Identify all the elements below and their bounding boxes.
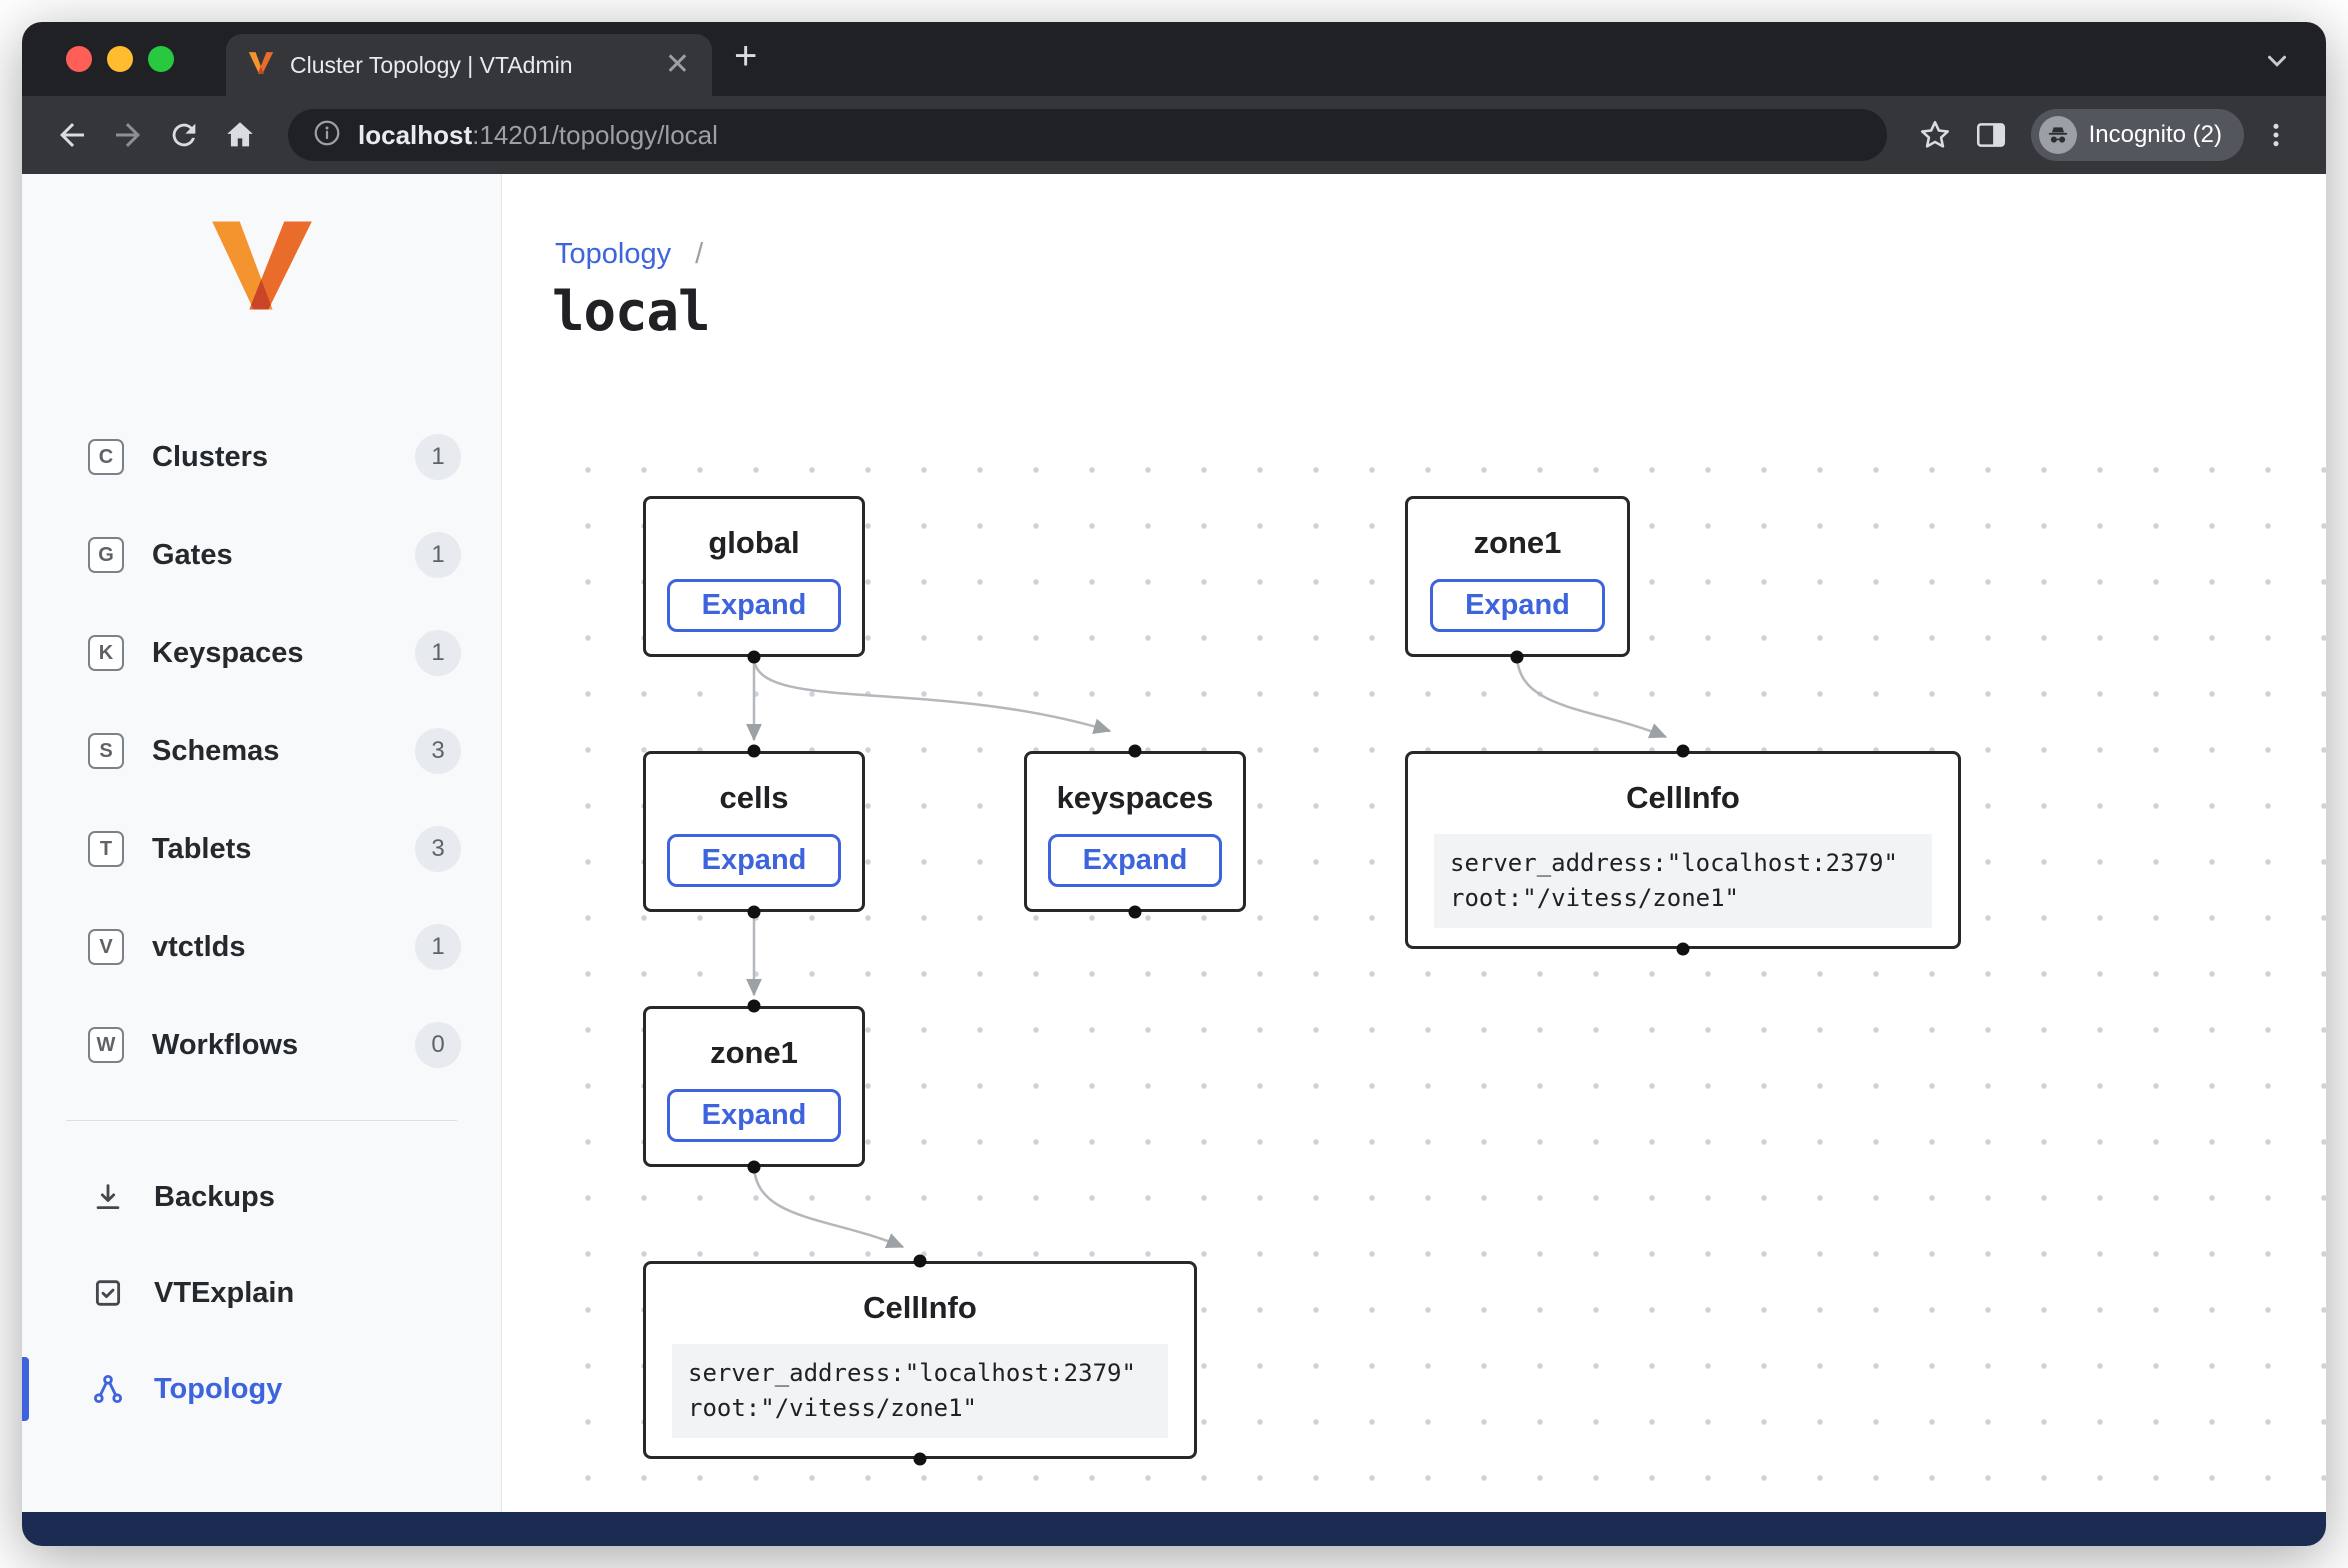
tab-strip: Cluster Topology | VTAdmin ✕ +: [22, 22, 2326, 96]
bookmark-star-icon[interactable]: [1911, 111, 1959, 159]
sidebar-item-vtctlds[interactable]: V vtctlds 1: [22, 898, 501, 996]
port: [748, 1161, 761, 1174]
expand-button-global[interactable]: Expand: [667, 579, 842, 632]
side-panel-icon[interactable]: [1967, 111, 2015, 159]
keyspaces-icon: K: [88, 635, 124, 671]
sidebar-item-topology[interactable]: Topology: [22, 1341, 501, 1437]
count-badge: 1: [415, 532, 461, 578]
workflows-icon: W: [88, 1027, 124, 1063]
browser-window: Cluster Topology | VTAdmin ✕ + localhost…: [22, 22, 2326, 1546]
sidebar-item-workflows[interactable]: W Workflows 0: [22, 996, 501, 1094]
port: [1677, 745, 1690, 758]
browser-toolbar: localhost:14201/topology/local Incognito…: [22, 96, 2326, 174]
home-icon[interactable]: [216, 111, 264, 159]
incognito-label: Incognito (2): [2089, 121, 2222, 149]
incognito-icon: [2039, 116, 2077, 154]
sidebar-item-vtexplain[interactable]: VTExplain: [22, 1245, 501, 1341]
url-text: localhost:14201/topology/local: [358, 120, 718, 151]
node-cellinfo-right: CellInfo server_address:"localhost:2379"…: [1405, 751, 1961, 949]
cellinfo-code: server_address:"localhost:2379" root:"/v…: [672, 1344, 1168, 1438]
vtctlds-icon: V: [88, 929, 124, 965]
count-badge: 1: [415, 630, 461, 676]
port: [748, 906, 761, 919]
sidebar-item-keyspaces[interactable]: K Keyspaces 1: [22, 604, 501, 702]
port: [914, 1453, 927, 1466]
reload-icon[interactable]: [160, 111, 208, 159]
port: [1129, 745, 1142, 758]
browser-tab[interactable]: Cluster Topology | VTAdmin ✕: [226, 34, 712, 96]
vitess-favicon-icon: [248, 51, 274, 80]
footer-bar: [22, 1512, 2326, 1546]
expand-button-cells[interactable]: Expand: [667, 834, 842, 887]
incognito-badge[interactable]: Incognito (2): [2031, 109, 2244, 161]
page-content: C Clusters 1 G Gates 1 K Keyspaces 1 S S…: [22, 174, 2326, 1546]
count-badge: 1: [415, 924, 461, 970]
sidebar-item-backups[interactable]: Backups: [22, 1149, 501, 1245]
expand-button-zone1-top[interactable]: Expand: [1430, 579, 1605, 632]
port: [748, 745, 761, 758]
zoom-window-button[interactable]: [148, 46, 174, 72]
forward-icon[interactable]: [104, 111, 152, 159]
sidebar-item-clusters[interactable]: C Clusters 1: [22, 408, 501, 506]
schemas-icon: S: [88, 733, 124, 769]
node-global: global Expand: [643, 496, 865, 657]
node-zone1-top: zone1 Expand: [1405, 496, 1630, 657]
port: [1129, 906, 1142, 919]
main-panel: Topology / local: [502, 174, 2326, 1546]
node-cellinfo-bottom: CellInfo server_address:"localhost:2379"…: [643, 1261, 1197, 1459]
sidebar-item-gates[interactable]: G Gates 1: [22, 506, 501, 604]
count-badge: 0: [415, 1022, 461, 1068]
count-badge: 1: [415, 434, 461, 480]
expand-button-zone1-bottom[interactable]: Expand: [667, 1089, 842, 1142]
close-window-button[interactable]: [66, 46, 92, 72]
port: [914, 1255, 927, 1268]
tab-close-icon[interactable]: ✕: [665, 50, 690, 80]
vitess-logo-icon[interactable]: [22, 218, 501, 322]
browser-menu-icon[interactable]: [2252, 111, 2300, 159]
page-info-icon[interactable]: [312, 118, 342, 153]
count-badge: 3: [415, 826, 461, 872]
url-path: :14201/topology/local: [472, 120, 718, 150]
backups-download-icon: [88, 1177, 128, 1217]
sidebar-divider: [66, 1120, 457, 1121]
count-badge: 3: [415, 728, 461, 774]
gates-icon: G: [88, 537, 124, 573]
address-bar[interactable]: localhost:14201/topology/local: [288, 109, 1887, 161]
port: [1511, 651, 1524, 664]
new-tab-button[interactable]: +: [734, 36, 757, 76]
sidebar-tools: Backups VTExplain Topology: [22, 1149, 501, 1437]
node-cells: cells Expand: [643, 751, 865, 912]
clusters-icon: C: [88, 439, 124, 475]
tab-title: Cluster Topology | VTAdmin: [290, 52, 649, 79]
tablets-icon: T: [88, 831, 124, 867]
sidebar-item-schemas[interactable]: S Schemas 3: [22, 702, 501, 800]
back-icon[interactable]: [48, 111, 96, 159]
minimize-window-button[interactable]: [107, 46, 133, 72]
sidebar-nav: C Clusters 1 G Gates 1 K Keyspaces 1 S S…: [22, 408, 501, 1094]
port: [748, 651, 761, 664]
tab-search-chevron-icon[interactable]: [2262, 46, 2292, 81]
window-controls: [66, 46, 174, 72]
sidebar: C Clusters 1 G Gates 1 K Keyspaces 1 S S…: [22, 174, 502, 1546]
node-zone1-bottom: zone1 Expand: [643, 1006, 865, 1167]
port: [1677, 943, 1690, 956]
url-host: localhost: [358, 120, 472, 150]
vtexplain-clipboard-icon: [88, 1273, 128, 1313]
sidebar-item-tablets[interactable]: T Tablets 3: [22, 800, 501, 898]
expand-button-keyspaces[interactable]: Expand: [1048, 834, 1223, 887]
topology-network-icon: [88, 1369, 128, 1409]
cellinfo-code: server_address:"localhost:2379" root:"/v…: [1434, 834, 1932, 928]
port: [748, 1000, 761, 1013]
active-indicator: [22, 1357, 29, 1421]
node-keyspaces: keyspaces Expand: [1024, 751, 1246, 912]
